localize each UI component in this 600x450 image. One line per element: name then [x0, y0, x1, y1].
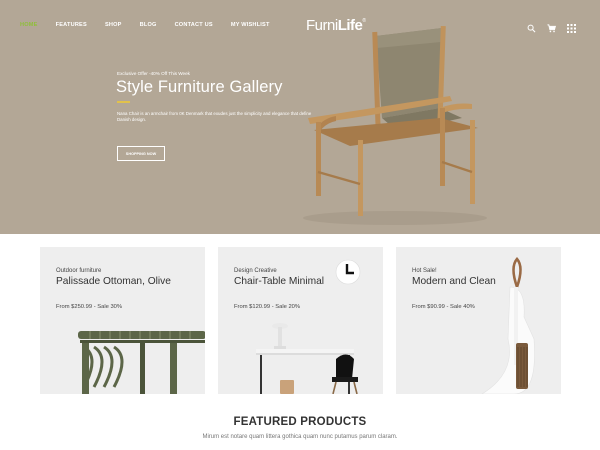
lamp — [272, 323, 288, 349]
nav-shop[interactable]: SHOP — [105, 22, 122, 28]
card-subtitle: Hot Sale! — [412, 268, 437, 274]
hero-description: Nana Chair is an armchair from 0K Denmar… — [117, 111, 312, 122]
header-icons — [527, 20, 576, 33]
featured-products-subtitle: Mirum est notare quam littera gothica qu… — [202, 434, 398, 440]
nav-features[interactable]: FEATURES — [56, 22, 87, 28]
hero-title: Style Furniture Gallery — [116, 78, 283, 96]
hero-accent-bar — [117, 101, 130, 103]
promo-card-ottoman[interactable]: Outdoor furniture Palissade Ottoman, Oli… — [40, 247, 205, 394]
card-title[interactable]: Chair-Table Minimal — [234, 276, 324, 287]
nav-home[interactable]: HOME — [20, 22, 38, 28]
hero-banner: HOME FEATURES SHOP BLOG CONTACT US MY WI… — [0, 0, 600, 234]
card-price: From $250.99 - Sale 30% — [56, 304, 123, 310]
cart-icon[interactable] — [547, 20, 557, 33]
search-icon[interactable] — [527, 20, 536, 33]
card-title[interactable]: Modern and Clean — [412, 276, 496, 287]
promo-card-dustpan[interactable]: Hot Sale! Modern and Clean From $90.99 -… — [396, 247, 561, 394]
grid-menu-icon[interactable] — [567, 20, 576, 33]
card-price: From $120.99 - Sale 20% — [234, 304, 301, 310]
featured-products-heading: FEATURED PRODUCTS — [233, 416, 367, 428]
card-title[interactable]: Palissade Ottoman, Olive — [56, 276, 171, 287]
nav-my-wishlist[interactable]: MY WISHLIST — [231, 22, 270, 28]
nav-contact-us[interactable]: CONTACT US — [175, 22, 213, 28]
card-subtitle: Outdoor furniture — [56, 268, 102, 274]
promo-card-chair-table[interactable]: Design Creative Chair-Table Minimal From… — [218, 247, 383, 394]
card-subtitle: Design Creative — [234, 268, 277, 274]
shopping-now-button[interactable]: SHOPPING NOW — [117, 146, 165, 161]
card-price: From $90.99 - Sale 40% — [412, 304, 475, 310]
hero-chair-image — [303, 25, 487, 225]
hero-eyebrow: Exclusive Offer -40% Off This Week — [117, 71, 190, 76]
nav-blog[interactable]: BLOG — [140, 22, 157, 28]
main-nav: HOME FEATURES SHOP BLOG CONTACT US MY WI… — [20, 22, 288, 28]
